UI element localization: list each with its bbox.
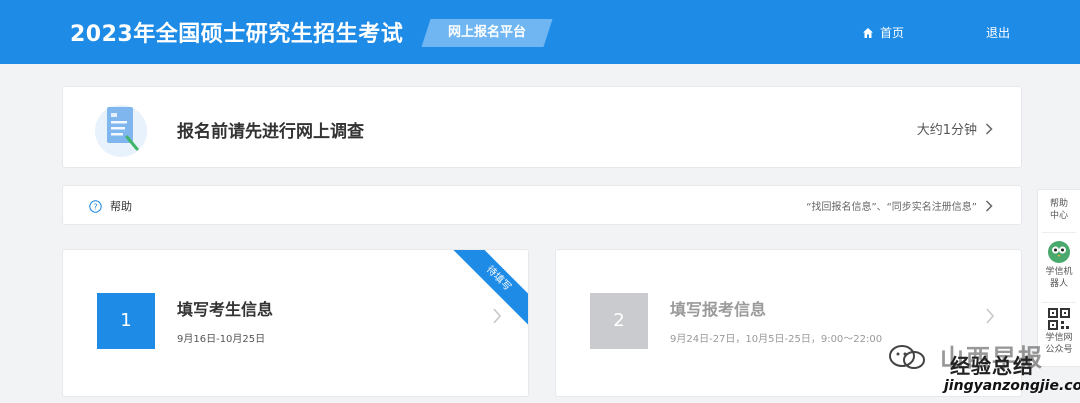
wechat-icon	[889, 345, 925, 369]
top-header: 2023年全国硕士研究生招生考试 网上报名平台 首页 退出	[0, 0, 1080, 64]
watermark-site-name: 经验总结	[950, 354, 1034, 378]
nav-logout-link[interactable]: 退出	[986, 24, 1010, 41]
help-bar[interactable]: ? 帮助 “找回报名信息”、“同步实名注册信息”	[62, 185, 1022, 225]
help-links[interactable]: “找回报名信息”、“同步实名注册信息”	[806, 198, 993, 213]
question-circle-icon: ?	[89, 199, 102, 213]
side-robot-label: 学信机器人	[1045, 267, 1073, 289]
side-robot[interactable]: 学信机器人	[1038, 240, 1080, 290]
side-help-center-label: 帮助中心	[1049, 199, 1068, 221]
help-label: 帮助	[110, 200, 132, 213]
chevron-right-icon	[985, 199, 993, 212]
watermark: 山西早报 经验总结 jingyanzongjie.com	[880, 338, 1080, 403]
divider	[1042, 232, 1076, 233]
step-title: 填写考生信息	[177, 300, 274, 319]
qr-code-icon	[1048, 308, 1070, 330]
step-number-badge: 1	[97, 293, 155, 349]
chevron-right-icon	[493, 308, 502, 324]
help-links-text: “找回报名信息”、“同步实名注册信息”	[806, 202, 977, 213]
site-title: 2023年全国硕士研究生招生考试	[70, 22, 404, 47]
survey-time-label: 大约1分钟	[916, 123, 977, 138]
step-date: 9月24日-27日，10月5日-25日，9:00～22:00	[670, 334, 883, 345]
nav-home-label: 首页	[880, 26, 905, 40]
chevron-right-icon	[986, 308, 995, 324]
home-icon	[863, 27, 873, 38]
status-ribbon: 待填写	[447, 250, 528, 330]
survey-document-icon	[95, 105, 147, 157]
help-label-group[interactable]: ? 帮助	[89, 198, 132, 214]
survey-card[interactable]: 报名前请先进行网上调查 大约1分钟	[62, 86, 1022, 168]
step-date: 9月16日-10月25日	[177, 334, 266, 345]
chevron-right-icon	[985, 122, 993, 135]
nav-home-link[interactable]: 首页	[862, 24, 904, 41]
survey-time-link[interactable]: 大约1分钟	[917, 119, 993, 138]
watermark-url: jingyanzongjie.com	[944, 378, 1080, 394]
side-help-center[interactable]: 帮助中心	[1038, 198, 1080, 222]
robot-owl-icon	[1048, 241, 1070, 263]
platform-badge: 网上报名平台	[421, 19, 553, 47]
step-number-badge: 2	[590, 293, 648, 349]
step-card-fill-candidate-info[interactable]: 1 填写考生信息 9月16日-10月25日 待填写	[62, 249, 529, 397]
step-title: 填写报考信息	[670, 300, 767, 319]
platform-badge-label: 网上报名平台	[447, 25, 526, 40]
svg-text:?: ?	[93, 202, 97, 211]
divider	[1042, 302, 1076, 303]
survey-title: 报名前请先进行网上调查	[177, 122, 364, 142]
